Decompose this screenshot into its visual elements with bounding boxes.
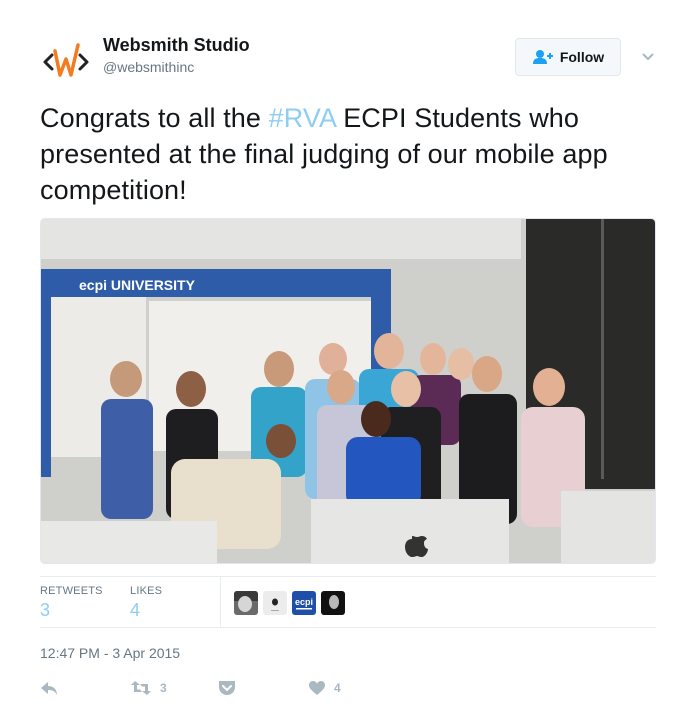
tweet-actions: 3 4 [40, 680, 440, 700]
likes-count: 4 [130, 600, 141, 620]
follow-button[interactable]: Follow [515, 38, 621, 76]
apple-logo-icon [263, 591, 287, 615]
liker-avatar[interactable]: ecpi [292, 591, 316, 615]
heart-icon [309, 681, 325, 695]
likers-avatars: ecpi [234, 591, 345, 615]
retweets-stat[interactable]: RETWEETS 3 [40, 585, 103, 621]
account-names: Websmith Studio @websmithinc [103, 34, 250, 76]
liker-photo-icon [234, 591, 258, 615]
account-avatar[interactable] [40, 35, 92, 87]
retweets-label: RETWEETS [40, 585, 103, 597]
like-button[interactable]: 4 [308, 680, 341, 696]
account-handle[interactable]: @websmithinc [103, 58, 250, 76]
follow-user-icon [532, 50, 553, 64]
group-photo: ecpi UNIVERSITY [41, 219, 655, 563]
tweet-timestamp[interactable]: 12:47 PM - 3 Apr 2015 [40, 645, 180, 661]
tweet-text-before: Congrats to all the [40, 103, 269, 133]
like-count: 4 [334, 681, 341, 695]
account-full-name[interactable]: Websmith Studio [103, 34, 250, 56]
stats-divider [220, 577, 221, 627]
banner-text: ecpi UNIVERSITY [79, 277, 196, 293]
ecpi-logo-icon: ecpi [292, 591, 316, 615]
websmith-logo-icon [43, 43, 89, 77]
tweet-header: Websmith Studio @websmithinc Follow [40, 31, 660, 87]
reply-button[interactable] [40, 680, 60, 698]
hashtag-link[interactable]: #RVA [269, 103, 336, 133]
tweet-photo[interactable]: ecpi UNIVERSITY [40, 218, 656, 564]
retweet-count: 3 [160, 681, 167, 695]
liker-avatar[interactable] [234, 591, 258, 615]
likes-stat[interactable]: LIKES 4 [130, 585, 162, 621]
follow-button-label: Follow [559, 49, 605, 65]
pocket-icon [219, 681, 235, 695]
more-menu-button[interactable] [640, 48, 656, 64]
save-button[interactable] [218, 680, 236, 696]
liker-photo-icon [321, 591, 345, 615]
retweets-count: 3 [40, 600, 51, 620]
tweet-stats: RETWEETS 3 LIKES 4 ecpi [40, 576, 656, 628]
svg-text:ecpi: ecpi [295, 597, 313, 607]
likes-label: LIKES [130, 585, 163, 597]
reply-icon [41, 682, 57, 695]
liker-avatar[interactable] [321, 591, 345, 615]
retweet-icon [131, 681, 151, 695]
chevron-down-icon [642, 53, 654, 61]
retweet-button[interactable]: 3 [130, 680, 167, 696]
liker-avatar[interactable] [263, 591, 287, 615]
tweet-text: Congrats to all the #RVA ECPI Students w… [40, 100, 660, 208]
